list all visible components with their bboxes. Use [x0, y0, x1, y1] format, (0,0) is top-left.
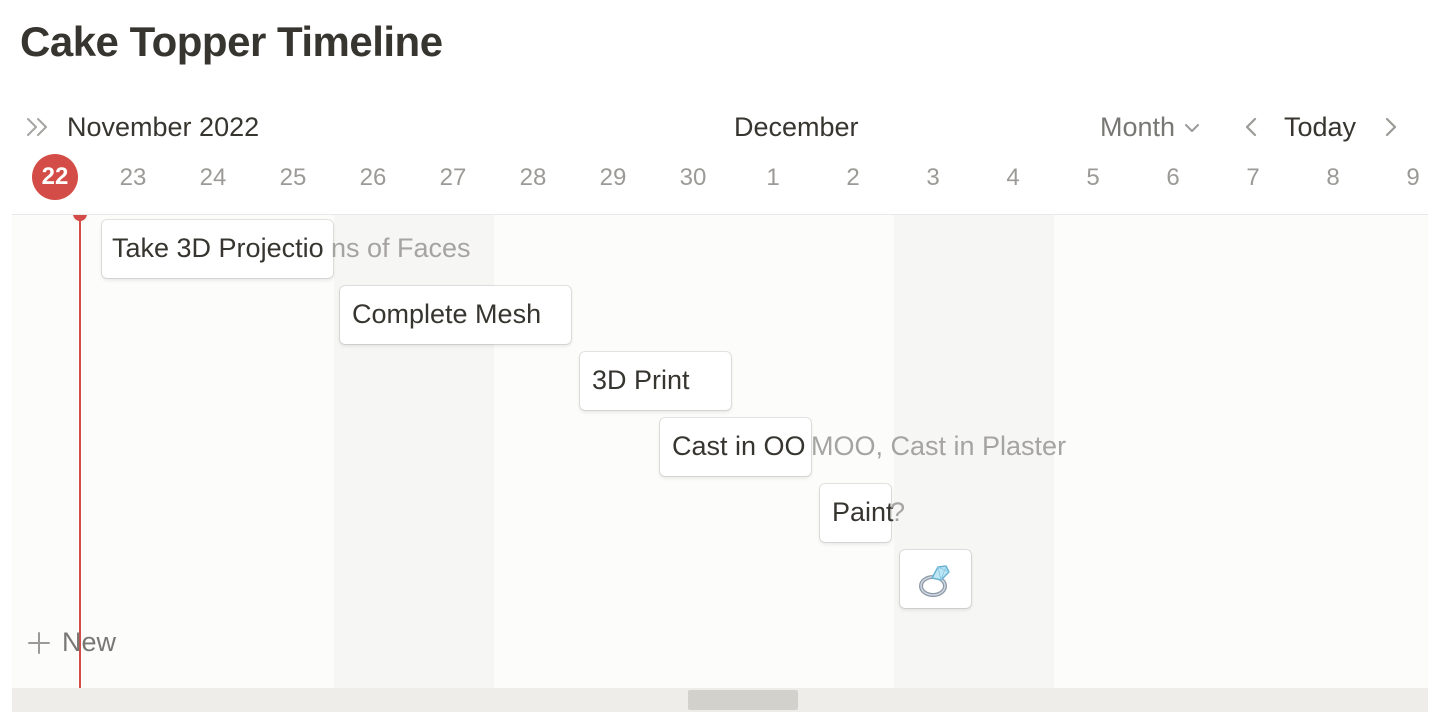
timeline-grid[interactable]: Take 3D Projectio ns of Faces Complete M…: [12, 214, 1428, 688]
day-header: 22 23 24 25 26 27 28 29 30 1 2 3 4 5 6 7…: [0, 152, 1452, 204]
day-label: 2: [846, 164, 860, 191]
task-card-complete-mesh[interactable]: Complete Mesh: [340, 286, 571, 344]
day-label: 1: [766, 164, 780, 191]
day-label: 7: [1246, 164, 1260, 191]
day-label: 8: [1326, 164, 1340, 191]
day-label: 6: [1166, 164, 1180, 191]
horizontal-scrollbar[interactable]: [12, 688, 1428, 712]
plus-icon: [28, 631, 50, 654]
chevron-down-icon: [1185, 123, 1200, 132]
view-mode-select[interactable]: Month: [1100, 112, 1201, 143]
ring-icon: [919, 565, 950, 597]
task-card-ring[interactable]: [900, 550, 971, 608]
day-label: 30: [679, 164, 707, 191]
scrollbar-thumb[interactable]: [688, 690, 798, 710]
task-title: Cast in OO: [672, 431, 806, 461]
day-label: 3: [926, 164, 940, 191]
new-task-label: New: [62, 627, 117, 657]
chevron-left-icon[interactable]: [1240, 114, 1262, 140]
current-month-label: November 2022: [67, 112, 260, 142]
day-label: 24: [199, 164, 227, 191]
weekend-shading: [894, 215, 1054, 688]
today-line-marker: [73, 215, 87, 221]
day-label: 4: [1006, 164, 1020, 191]
chevron-right-icon[interactable]: [1380, 114, 1402, 140]
task-card-take-3d-projections[interactable]: Take 3D Projectio ns of Faces: [102, 220, 471, 278]
new-task-button[interactable]: New: [26, 627, 116, 658]
task-card-3d-print[interactable]: 3D Print: [580, 352, 731, 410]
today-date-badge: 22: [32, 154, 78, 200]
timeline-toolbar: November 2022 December Month Today: [0, 104, 1452, 148]
page-title: Cake Topper Timeline: [20, 18, 443, 65]
today-line: [79, 215, 81, 688]
today-button[interactable]: Today: [1284, 112, 1356, 143]
task-title: Take 3D Projectio: [112, 233, 324, 263]
day-label: 5: [1086, 164, 1100, 191]
task-title: Complete Mesh: [352, 299, 542, 329]
day-label: 9: [1406, 164, 1420, 191]
day-label: 29: [599, 164, 627, 191]
day-label: 27: [439, 164, 467, 191]
view-mode-label: Month: [1100, 112, 1176, 142]
double-chevron-right-icon[interactable]: [24, 114, 52, 140]
task-card-cast-in-oomoo[interactable]: Cast in OO MOO, Cast in Plaster: [660, 418, 1066, 476]
day-label: 25: [279, 164, 307, 191]
task-title: Paint: [832, 497, 894, 527]
day-label: 28: [519, 164, 547, 191]
task-card-paint[interactable]: Paint ?: [820, 484, 905, 542]
next-month-label: December: [734, 112, 859, 142]
day-label: 26: [359, 164, 387, 191]
day-label: 23: [119, 164, 147, 191]
task-title: 3D Print: [592, 365, 690, 395]
